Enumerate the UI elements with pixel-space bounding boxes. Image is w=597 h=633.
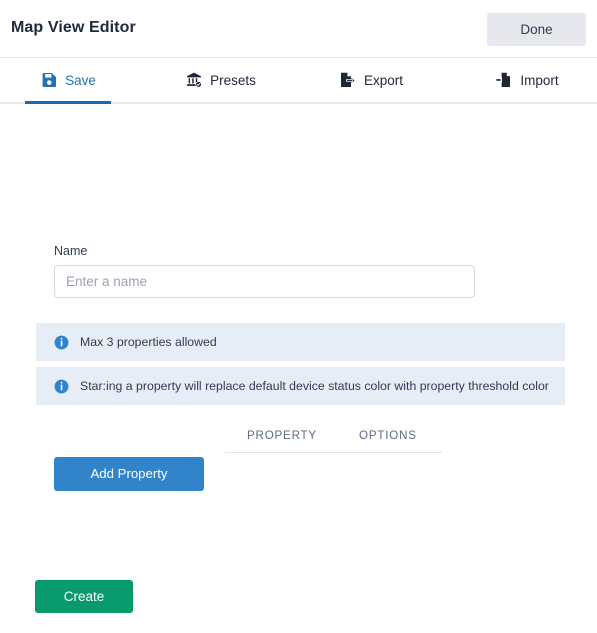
bank-check-icon [185,72,202,89]
document-export-icon [339,72,356,89]
create-button[interactable]: Create [35,580,133,613]
floppy-disk-icon [40,72,57,89]
subtab-property[interactable]: PROPERTY [247,429,317,442]
tab-export-label: Export [363,72,404,88]
tab-export[interactable]: Export [332,58,410,102]
name-label: Name [54,244,88,258]
info-icon [54,379,69,394]
add-property-button[interactable]: Add Property [54,457,204,491]
tab-presets[interactable]: Presets [178,58,263,102]
tab-import[interactable]: Import [486,58,568,102]
editor-content: Name Max 3 properties allowed Star:ing a… [0,104,597,633]
tab-save-label: Save [65,72,96,88]
property-options-subtabs: PROPERTY OPTIONS [225,429,442,453]
name-input[interactable] [54,265,475,298]
document-import-icon [495,72,512,89]
alert-max-properties-text: Max 3 properties allowed [80,334,217,349]
tab-import-label: Import [520,72,559,88]
subtab-options[interactable]: OPTIONS [359,429,417,442]
info-icon [54,335,69,350]
alert-max-properties: Max 3 properties allowed [36,323,565,361]
tab-presets-label: Presets [210,72,256,88]
editor-tabbar: Save Presets Export Import [0,58,597,104]
alert-star-property: Star:ing a property will replace default… [36,367,565,405]
alert-star-property-text: Star:ing a property will replace default… [80,378,549,393]
editor-header: Map View Editor Done [0,0,597,58]
page-title: Map View Editor [11,19,136,36]
tab-save[interactable]: Save [25,58,111,104]
done-button[interactable]: Done [487,13,586,46]
